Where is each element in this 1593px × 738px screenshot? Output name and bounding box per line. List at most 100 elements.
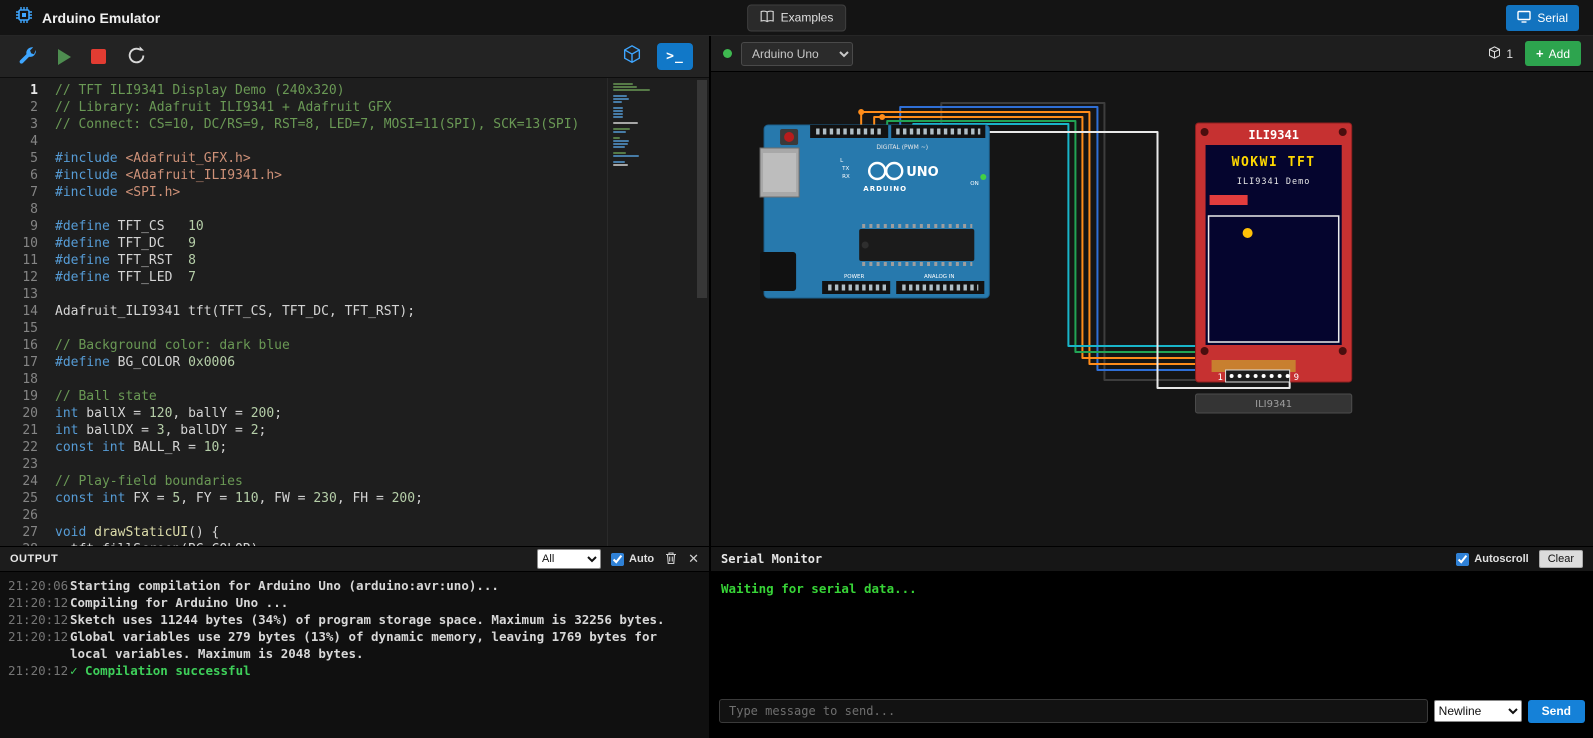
ili9341-display[interactable]: ILI9341 WOKWI TFT ILI9341 Demo — [1196, 123, 1352, 383]
code-line[interactable]: 11#define TFT_RST 8 — [0, 252, 709, 269]
editor-scrollbar-thumb[interactable] — [697, 80, 707, 298]
line-content: #include <SPI.h> — [55, 184, 180, 201]
code-line[interactable]: 17#define BG_COLOR 0x0006 — [0, 354, 709, 371]
minimap-line — [613, 128, 630, 130]
autoscroll-checkbox[interactable] — [1456, 553, 1469, 566]
line-number: 9 — [0, 218, 38, 235]
send-button[interactable]: Send — [1528, 700, 1585, 723]
code-line[interactable]: 21int ballDX = 3, ballDY = 2; — [0, 422, 709, 439]
stop-button[interactable] — [91, 49, 106, 64]
log-timestamp: 21:20:12 — [8, 662, 70, 679]
serial-message-input[interactable] — [719, 699, 1428, 723]
add-part-button[interactable]: + Add — [1525, 41, 1581, 66]
screen-subtitle: ILI9341 Demo — [1237, 177, 1310, 187]
minimap-line — [613, 140, 629, 142]
part-tooltip: ILI9341 — [1196, 394, 1352, 413]
line-number: 2 — [0, 99, 38, 116]
restart-button[interactable] — [126, 45, 147, 69]
code-line[interactable]: 22const int BALL_R = 10; — [0, 439, 709, 456]
log-message: Sketch uses 11244 bytes (34%) of program… — [70, 611, 701, 628]
terminal-toggle-button[interactable]: >_ — [657, 43, 693, 70]
code-line[interactable]: 2// Library: Adafruit ILI9341 + Adafruit… — [0, 99, 709, 116]
code-line[interactable]: 10#define TFT_DC 9 — [0, 235, 709, 252]
code-line[interactable]: 26 — [0, 507, 709, 524]
editor-scrollbar[interactable] — [695, 78, 709, 546]
code-editor[interactable]: 1 // TFT ILI9341 Display Demo (240x320)2/… — [0, 78, 709, 546]
log-timestamp: 21:20:12 — [8, 611, 70, 628]
arduino-uno-board[interactable]: DIGITAL (PWM ~) L TX RX — [760, 125, 989, 298]
digital-pins-label: DIGITAL (PWM ~) — [876, 144, 928, 151]
line-number: 20 — [0, 405, 38, 422]
log-message: Starting compilation for Arduino Uno (ar… — [70, 577, 701, 594]
examples-button[interactable]: Examples — [747, 4, 847, 31]
log-entry: 21:20:12Sketch uses 11244 bytes (34%) of… — [8, 611, 701, 628]
code-line[interactable]: 19// Ball state — [0, 388, 709, 405]
line-number: 21 — [0, 422, 38, 439]
code-lines: 1 // TFT ILI9341 Display Demo (240x320)2/… — [0, 78, 709, 546]
display-title: ILI9341 — [1248, 128, 1299, 142]
code-line[interactable]: 7#include <SPI.h> — [0, 184, 709, 201]
tools-button[interactable] — [16, 44, 38, 69]
code-line[interactable]: 15 — [0, 320, 709, 337]
code-line[interactable]: 3// Connect: CS=10, DC/RS=9, RST=8, LED=… — [0, 116, 709, 133]
line-content: Adafruit_ILI9341 tft(TFT_CS, TFT_DC, TFT… — [55, 303, 415, 320]
auto-checkbox[interactable] — [611, 553, 624, 566]
code-line[interactable]: 18 — [0, 371, 709, 388]
code-line[interactable]: 6#include <Adafruit_ILI9341.h> — [0, 167, 709, 184]
main-split: >_ 1 // TFT ILI9341 Display Demo (240x320… — [0, 36, 1593, 738]
code-line[interactable]: 5#include <Adafruit_GFX.h> — [0, 150, 709, 167]
code-line[interactable]: 12#define TFT_LED 7 — [0, 269, 709, 286]
output-filter-select[interactable]: All — [537, 549, 601, 569]
line-number: 1 — [0, 82, 38, 99]
minimap-line — [613, 131, 626, 133]
clear-serial-button[interactable]: Clear — [1539, 550, 1583, 568]
code-line[interactable]: 4 — [0, 133, 709, 150]
code-line[interactable]: 23 — [0, 456, 709, 473]
minimap-line — [613, 146, 625, 148]
close-output-button[interactable]: ✕ — [688, 551, 699, 567]
code-line[interactable]: 13 — [0, 286, 709, 303]
log-entry: 21:20:12Compiling for Arduino Uno ... — [8, 594, 701, 611]
line-number: 26 — [0, 507, 38, 524]
code-line[interactable]: 27void drawStaticUI() { — [0, 524, 709, 541]
view-3d-button[interactable] — [621, 44, 643, 69]
line-number: 18 — [0, 371, 38, 388]
code-line[interactable]: 8 — [0, 201, 709, 218]
board-select[interactable]: Arduino Uno — [741, 42, 853, 66]
package-icon — [1487, 45, 1502, 63]
clear-output-button[interactable] — [664, 551, 678, 568]
code-line[interactable]: 14Adafruit_ILI9341 tft(TFT_CS, TFT_DC, T… — [0, 303, 709, 320]
minimap-line — [613, 101, 622, 103]
serial-monitor-header: Serial Monitor Autoscroll Clear — [711, 547, 1593, 572]
log-message: ✓ Compilation successful — [70, 662, 701, 679]
code-line[interactable]: 24// Play-field boundaries — [0, 473, 709, 490]
minimap-line — [613, 143, 628, 145]
line-ending-select[interactable]: Newline — [1434, 700, 1522, 722]
line-content: // TFT ILI9341 Display Demo (240x320) — [55, 82, 345, 99]
minimap[interactable] — [607, 78, 695, 546]
minimap-line — [613, 89, 650, 91]
code-line[interactable]: 28 tft.fillScreen(BG_COLOR); — [0, 541, 709, 546]
minimap-line — [613, 155, 639, 157]
line-number: 3 — [0, 116, 38, 133]
auto-checkbox-label[interactable]: Auto — [611, 553, 654, 566]
serial-input-row: Newline Send — [711, 699, 1593, 723]
line-number: 28 — [0, 541, 38, 546]
line-number: 10 — [0, 235, 38, 252]
log-timestamp: 21:20:12 — [8, 594, 70, 611]
code-line[interactable]: 9#define TFT_CS 10 — [0, 218, 709, 235]
code-line[interactable]: 20int ballX = 120, ballY = 200; — [0, 405, 709, 422]
serial-button[interactable]: Serial — [1506, 5, 1579, 31]
minimap-line — [613, 83, 633, 85]
code-line[interactable]: 25const int FX = 5, FY = 110, FW = 230, … — [0, 490, 709, 507]
line-content: #include <Adafruit_GFX.h> — [55, 150, 251, 167]
code-line[interactable]: 1 // TFT ILI9341 Display Demo (240x320) — [0, 82, 709, 99]
autoscroll-checkbox-label[interactable]: Autoscroll — [1456, 553, 1528, 566]
sim-canvas[interactable]: DIGITAL (PWM ~) L TX RX — [711, 72, 1593, 546]
monitor-icon — [1517, 10, 1531, 26]
minimap-line — [613, 110, 623, 112]
code-line[interactable]: 16// Background color: dark blue — [0, 337, 709, 354]
run-button[interactable] — [58, 49, 71, 65]
output-title: OUTPUT — [10, 553, 58, 565]
minimap-line — [613, 113, 623, 115]
